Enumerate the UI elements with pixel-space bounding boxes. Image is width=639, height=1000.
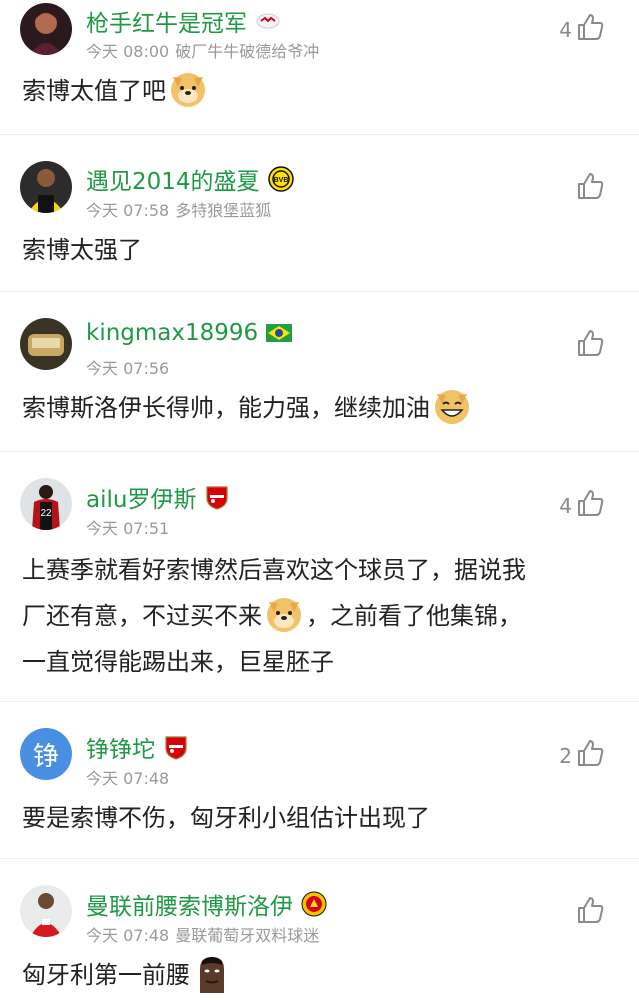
like-count: 4 [559,494,572,518]
svg-text:BVB: BVB [273,177,288,184]
comment-feed: 枪手红牛是冠军 今天 08:00 破厂牛牛破德给爷冲 4 索博太值了吧 遇见20… [0,0,639,1000]
grin-emoji-icon [432,386,472,426]
thumbs-up-icon [575,328,605,358]
doge-emoji-icon [264,594,304,634]
avatar[interactable]: 铮 [20,728,72,780]
username-row: 铮铮坨 [86,730,189,764]
username-row: kingmax18996 [86,320,293,346]
user-tag: 曼联葡萄牙双料球迷 [175,926,320,945]
dortmund-badge-icon: BVB [267,166,294,192]
arsenal-badge-icon [163,734,189,760]
comment-text-part: ，之前看了他集锦， [306,602,522,630]
thumbs-up-icon [575,171,605,201]
username-row: 遇见2014的盛夏 BVB [86,162,294,196]
username-row: ailu罗伊斯 [86,480,230,514]
user-avatar-photo [20,3,72,55]
user-avatar-photo [20,885,72,937]
user-avatar-photo [20,161,72,213]
comment-meta: 今天 07:51 [86,515,175,539]
user-avatar-photo [20,318,72,370]
comment-time: 今天 07:48 [86,769,170,788]
comment-meta: 今天 07:58 多特狼堡蓝狐 [86,197,271,221]
comment-text: 索博斯洛伊长得帅，能力强，继续加油 [22,387,617,430]
username[interactable]: ailu罗伊斯 [86,480,196,514]
comment-meta: 今天 08:00 破厂牛牛破德给爷冲 [86,38,319,62]
avatar[interactable] [20,885,72,937]
man-utd-badge-icon [301,891,327,917]
comment-text-part: 匈牙利第一前腰 [22,961,190,989]
comment-item: 22 ailu罗伊斯 今天 07:51 4 上赛季就看好索博然后喜欢这个球员了，… [0,452,639,702]
comment-text-part: 厂还有意，不过买不来 [22,602,262,630]
username[interactable]: 枪手红牛是冠军 [86,4,247,38]
comment-item: 枪手红牛是冠军 今天 08:00 破厂牛牛破德给爷冲 4 索博太值了吧 [0,0,639,135]
comment-meta: 今天 07:56 [86,355,175,379]
leipzig-badge-icon [255,8,281,34]
avatar[interactable] [20,161,72,213]
comment-meta: 今天 07:48 [86,765,175,789]
comment-time: 今天 08:00 [86,42,170,61]
comment-text-part: 一直觉得能踢出来，巨星胚子 [22,648,334,676]
thumbs-up-icon [575,12,605,42]
like-button[interactable]: 2 [559,738,605,768]
username[interactable]: 曼联前腰索博斯洛伊 [86,887,293,921]
avatar[interactable] [20,3,72,55]
comment-meta: 今天 07:48 曼联葡萄牙双料球迷 [86,922,319,946]
like-count: 4 [559,18,572,42]
comment-time: 今天 07:48 [86,926,170,945]
comment-item: kingmax18996 今天 07:56 索博斯洛伊长得帅，能力强，继续加油 [0,292,639,452]
like-count: 2 [559,744,572,768]
avatar[interactable] [20,318,72,370]
comment-item: 铮 铮铮坨 今天 07:48 2 要是索博不伤，匈牙利小组估计出现了 [0,702,639,859]
comment-text-part: 要是索博不伤，匈牙利小组估计出现了 [22,804,430,832]
comment-time: 今天 07:58 [86,201,170,220]
thumbs-up-icon [575,738,605,768]
username[interactable]: kingmax18996 [86,320,258,346]
like-button[interactable] [572,171,605,201]
svg-text:22: 22 [40,508,52,519]
username[interactable]: 铮铮坨 [86,730,155,764]
like-button[interactable]: 4 [559,12,605,42]
username[interactable]: 遇见2014的盛夏 [86,162,260,196]
username-row: 曼联前腰索博斯洛伊 [86,887,327,921]
username-row: 枪手红牛是冠军 [86,4,281,38]
comment-text-part: 索博斯洛伊长得帅，能力强，继续加油 [22,394,430,422]
thumbs-up-icon [575,895,605,925]
like-button[interactable]: 4 [559,488,605,518]
comment-text-part: 索博太强了 [22,236,142,264]
like-button[interactable] [572,328,605,358]
comment-text: 索博太值了吧 [22,70,617,113]
letter-avatar: 铮 [32,741,59,772]
comment-text: 匈牙利第一前腰 [22,954,617,997]
comment-text: 索博太强了 [22,229,617,272]
comment-text-part: 索博太值了吧 [22,77,166,105]
brazil-flag-icon [266,324,293,342]
comment-time: 今天 07:51 [86,519,170,538]
comment-item: 遇见2014的盛夏 BVB 今天 07:58 多特狼堡蓝狐 索博太强了 [0,135,639,292]
avatar[interactable]: 22 [20,478,72,530]
user-avatar-photo: 22 [20,478,72,530]
comment-text-part: 上赛季就看好索博然后喜欢这个球员了，据说我 [22,556,526,584]
comment-text: 要是索博不伤，匈牙利小组估计出现了 [22,797,617,840]
user-tag: 多特狼堡蓝狐 [175,201,272,220]
thumbs-up-icon [575,488,605,518]
arsenal-badge-icon [204,484,230,510]
comment-time: 今天 07:56 [86,359,170,378]
comment-item: 曼联前腰索博斯洛伊 今天 07:48 曼联葡萄牙双料球迷 匈牙利第一前腰 [0,859,639,1000]
like-button[interactable] [572,895,605,925]
face-emoji-icon [192,953,232,993]
doge-emoji-icon [168,69,208,109]
comment-text: 上赛季就看好索博然后喜欢这个球员了，据说我 厂还有意，不过买不来 ，之前看了他集锦… [22,547,617,685]
user-tag: 破厂牛牛破德给爷冲 [175,42,320,61]
